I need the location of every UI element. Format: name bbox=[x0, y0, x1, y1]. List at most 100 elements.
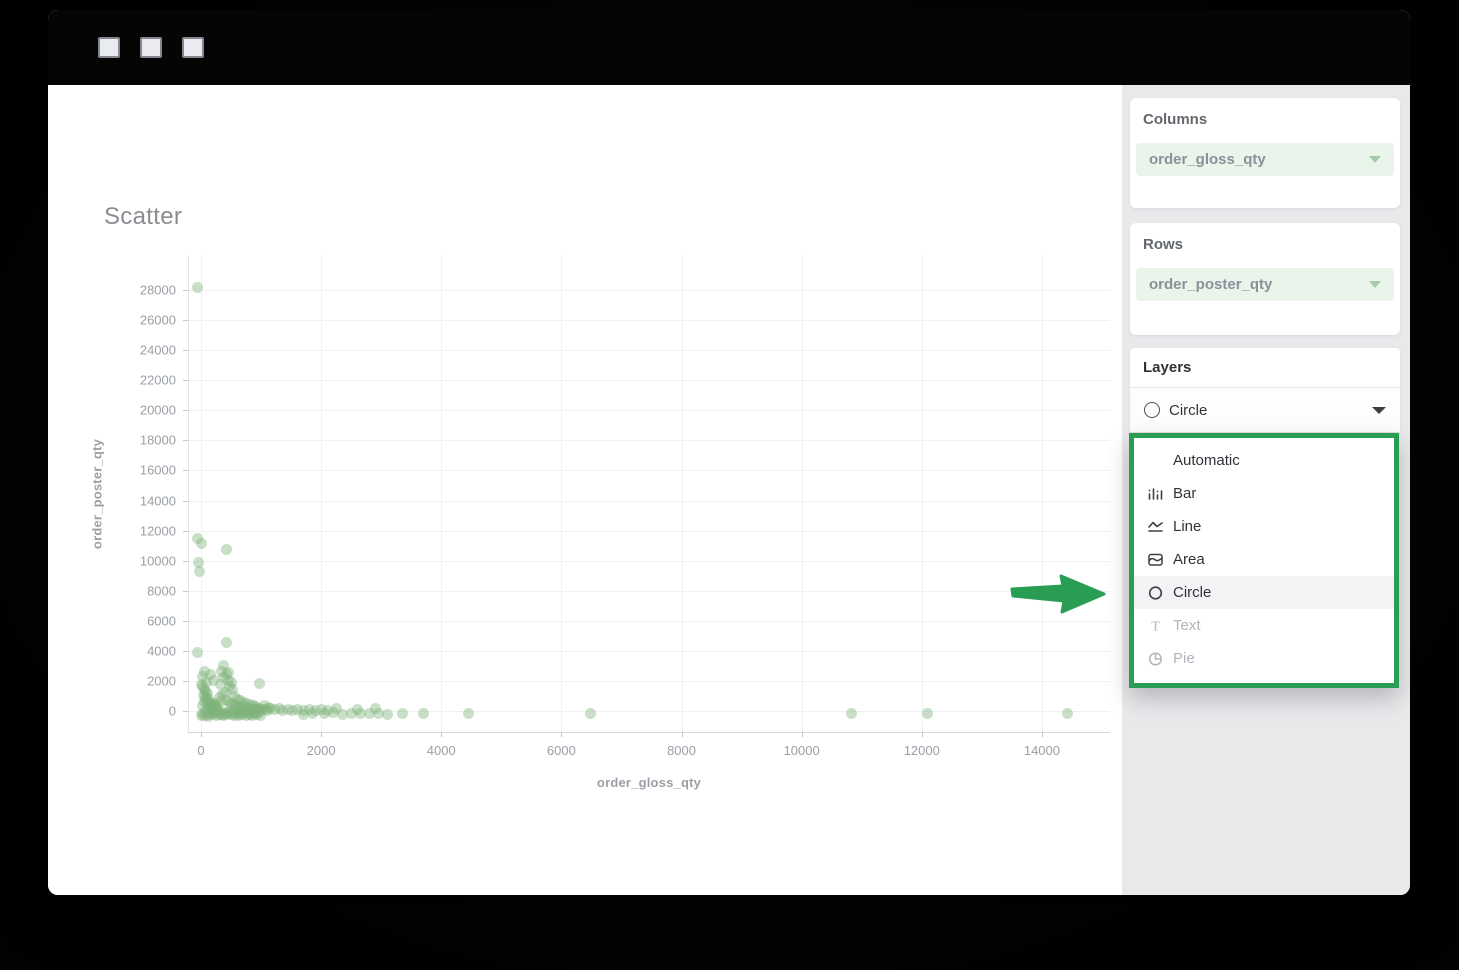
menu-item-label: Area bbox=[1173, 551, 1205, 568]
gridline bbox=[921, 255, 923, 732]
gridline bbox=[189, 560, 1110, 562]
x-axis-tick bbox=[1041, 732, 1043, 737]
x-axis-title: order_gloss_qty bbox=[596, 775, 702, 790]
rows-field-value: order_poster_qty bbox=[1149, 276, 1273, 293]
y-axis-tick bbox=[183, 470, 188, 472]
y-axis-tick bbox=[183, 350, 188, 352]
menu-item-label: Text bbox=[1173, 617, 1201, 634]
x-axis-tick bbox=[921, 732, 923, 737]
svg-text:T: T bbox=[1151, 620, 1160, 635]
scatter-point[interactable] bbox=[417, 708, 429, 720]
columns-field-value: order_gloss_qty bbox=[1149, 151, 1266, 168]
y-axis-tick bbox=[183, 680, 188, 682]
x-axis-tick bbox=[201, 732, 202, 737]
gridline bbox=[189, 620, 1110, 622]
window-titlebar bbox=[48, 10, 1410, 85]
menu-item-label: Line bbox=[1173, 518, 1202, 535]
window-control-button-2[interactable] bbox=[140, 37, 162, 58]
scatter-plot-area: 0 2000 4000 6000 8000 10000 12000 14000 0 2000 400… bbox=[140, 255, 1110, 758]
menu-item-pie[interactable]: Pie bbox=[1134, 642, 1394, 675]
circle-icon bbox=[1147, 584, 1164, 601]
gridline bbox=[189, 680, 1110, 682]
gridline bbox=[561, 255, 563, 732]
menu-item-text[interactable]: T Text bbox=[1134, 609, 1394, 642]
y-axis-tick bbox=[183, 560, 188, 562]
scatter-point[interactable] bbox=[220, 637, 232, 649]
scatter-point[interactable] bbox=[191, 646, 203, 658]
y-tick-label: 16000 bbox=[139, 462, 176, 478]
layers-dropdown-menu: Automatic Bar Line Area Circle T Text Pi… bbox=[1129, 433, 1399, 688]
menu-item-circle[interactable]: Circle bbox=[1134, 576, 1394, 609]
x-axis-tick bbox=[441, 732, 443, 737]
scatter-point[interactable] bbox=[396, 707, 408, 719]
y-tick-label: 6000 bbox=[147, 613, 176, 629]
app-window: Scatter 0 2000 4000 6000 8000 10000 12000 14000… bbox=[48, 10, 1410, 895]
scatter-point[interactable] bbox=[381, 708, 393, 720]
menu-item-label: Automatic bbox=[1173, 452, 1240, 469]
y-tick-label: 28000 bbox=[139, 282, 176, 298]
gridline bbox=[189, 350, 1110, 352]
y-tick-label: 8000 bbox=[147, 583, 176, 599]
scatter-point[interactable] bbox=[846, 707, 858, 719]
scatter-point[interactable] bbox=[584, 708, 596, 720]
area-chart-icon bbox=[1147, 551, 1164, 568]
menu-item-bar[interactable]: Bar bbox=[1134, 477, 1394, 510]
x-tick-label: 10000 bbox=[783, 743, 820, 758]
window-control-button-1[interactable] bbox=[98, 37, 120, 58]
menu-item-automatic[interactable]: Automatic bbox=[1134, 444, 1394, 477]
gridline bbox=[189, 590, 1110, 592]
x-axis-tick bbox=[801, 732, 803, 737]
y-tick-label: 24000 bbox=[139, 342, 176, 358]
gridline bbox=[189, 650, 1110, 652]
columns-field-select[interactable]: order_gloss_qty bbox=[1136, 143, 1394, 176]
gridline bbox=[189, 500, 1110, 502]
scatter-point[interactable] bbox=[306, 707, 318, 719]
chevron-down-icon bbox=[1372, 406, 1386, 414]
rows-field-select[interactable]: order_poster_qty bbox=[1136, 268, 1394, 301]
scatter-point[interactable] bbox=[196, 538, 208, 550]
scatter-point[interactable] bbox=[254, 709, 266, 721]
y-axis-tick bbox=[183, 500, 188, 502]
layers-card: Layers Circle bbox=[1130, 348, 1400, 432]
y-tick-label: 2000 bbox=[147, 673, 176, 689]
gridline bbox=[801, 255, 803, 732]
x-tick-label: 4000 bbox=[426, 743, 456, 758]
chevron-down-icon bbox=[1369, 156, 1381, 163]
gridline bbox=[321, 255, 323, 732]
y-axis-tick bbox=[183, 530, 188, 532]
x-tick-label: 0 bbox=[197, 743, 205, 758]
y-axis-tick bbox=[183, 440, 188, 442]
desktop-background: { "chart": { "title": "Scatter" }, "char… bbox=[0, 0, 1459, 970]
scatter-point[interactable] bbox=[922, 708, 934, 720]
layers-type-select[interactable]: Circle bbox=[1130, 387, 1400, 432]
bar-chart-icon bbox=[1147, 485, 1164, 502]
gridline bbox=[189, 410, 1110, 412]
layers-selected-value: Circle bbox=[1169, 401, 1208, 419]
columns-card: Columns order_gloss_qty bbox=[1130, 98, 1400, 208]
text-icon: T bbox=[1147, 617, 1164, 635]
window-control-button-3[interactable] bbox=[182, 37, 204, 58]
menu-item-line[interactable]: Line bbox=[1134, 510, 1394, 543]
settings-sidebar: Columns order_gloss_qty Rows order_poste… bbox=[1122, 85, 1410, 895]
scatter-point[interactable] bbox=[221, 543, 233, 555]
y-axis-tick bbox=[183, 410, 188, 412]
menu-item-label: Pie bbox=[1173, 650, 1195, 667]
y-tick-label: 20000 bbox=[139, 402, 176, 418]
menu-item-area[interactable]: Area bbox=[1134, 543, 1394, 576]
line-chart-icon bbox=[1147, 518, 1164, 535]
scatter-point[interactable] bbox=[1062, 708, 1074, 720]
gridline bbox=[1041, 255, 1043, 732]
x-axis-tick bbox=[681, 732, 683, 737]
circle-icon bbox=[1144, 402, 1160, 418]
rows-header: Rows bbox=[1143, 236, 1184, 253]
y-axis-tick bbox=[183, 380, 188, 382]
y-axis-tick bbox=[183, 320, 188, 322]
rows-card: Rows order_poster_qty bbox=[1130, 223, 1400, 335]
scatter-point[interactable] bbox=[254, 677, 266, 689]
scatter-point[interactable] bbox=[193, 565, 205, 577]
y-axis-tick bbox=[183, 650, 188, 652]
scatter-point[interactable] bbox=[462, 707, 474, 719]
y-axis-tick bbox=[183, 620, 188, 622]
menu-item-label: Circle bbox=[1173, 584, 1212, 601]
y-axis-tick bbox=[183, 590, 188, 592]
